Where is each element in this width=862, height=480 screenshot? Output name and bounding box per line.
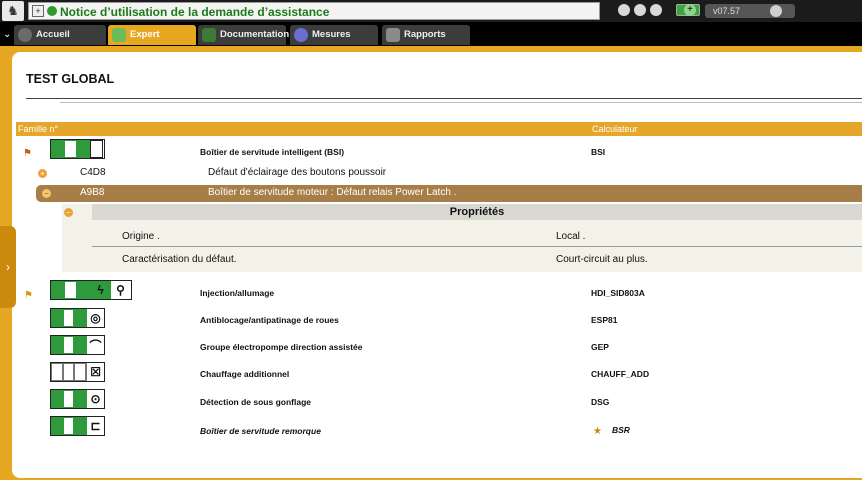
ecu-injection-diagram[interactable]: ϟ ⚲: [50, 280, 132, 300]
spark-plug-icon: ⚲: [110, 281, 130, 299]
property-key: Origine .: [122, 231, 160, 242]
ecu-calc: GEP: [591, 342, 609, 352]
lightning-icon: ϟ: [90, 281, 110, 299]
table-header: Famille n° Calculateur: [16, 122, 862, 136]
star-icon: ★: [593, 426, 602, 437]
help-link[interactable]: + Notice d’utilisation de la demande d’a…: [28, 2, 600, 20]
property-value: Local .: [556, 231, 586, 242]
steering-icon: ⌒: [86, 336, 104, 354]
book-icon: [202, 28, 216, 42]
tab-accueil[interactable]: Accueil: [14, 25, 106, 45]
expand-square-icon[interactable]: +: [32, 5, 44, 17]
network-icon[interactable]: [618, 4, 630, 16]
ecu-calc: ESP81: [591, 315, 618, 325]
column-calculateur: Calculateur: [592, 124, 638, 134]
peugeot-lion-icon[interactable]: ♞: [2, 1, 24, 21]
trailer-icon: ⊏: [86, 417, 104, 435]
warning-flag-icon: ⚑: [24, 290, 33, 301]
user-icon[interactable]: [634, 4, 646, 16]
help-title[interactable]: Notice d’utilisation de la demande d’ass…: [60, 5, 329, 19]
info-dot-icon: [47, 6, 57, 16]
tab-bar: ⌄ Accueil Expert Documentation Mesures R…: [0, 24, 862, 46]
chevron-down-icon[interactable]: ⌄: [3, 29, 11, 40]
ecu-calc: HDI_SID803A: [591, 288, 645, 298]
divider: [26, 98, 862, 99]
ecu-name[interactable]: Boîtier de servitude remorque: [200, 426, 321, 436]
ecu-name[interactable]: Injection/allumage: [200, 288, 274, 298]
fault-row-selected[interactable]: − A9B8 Boîtier de servitude moteur : Déf…: [36, 185, 862, 202]
expand-icon[interactable]: +: [38, 169, 47, 178]
ecu-name[interactable]: Chauffage additionnel: [200, 369, 289, 379]
ecu-name[interactable]: Groupe électropompe direction assistée: [200, 342, 363, 352]
ecu-name[interactable]: Boîtier de servitude intelligent (BSI): [200, 147, 344, 157]
properties-title: Propriétés: [92, 204, 862, 220]
heater-icon: ☒: [86, 363, 104, 381]
fault-description: Boîtier de servitude moteur : Défaut rel…: [208, 187, 457, 198]
collapse-icon[interactable]: −: [42, 189, 51, 198]
tab-documentation[interactable]: Documentation: [198, 25, 289, 45]
ecu-abs-diagram[interactable]: ◎: [50, 308, 105, 328]
waveform-icon: [294, 28, 308, 42]
top-bar: ♞ + Notice d’utilisation de la demande d…: [0, 0, 862, 22]
status-icons: [618, 4, 662, 16]
property-value: Court-circuit au plus.: [556, 254, 648, 265]
home-icon: [18, 28, 32, 42]
ecu-bsr-diagram[interactable]: ⊏: [50, 416, 105, 436]
tab-mesures[interactable]: Mesures: [290, 25, 378, 45]
column-famille: Famille n°: [18, 124, 59, 134]
ecu-name[interactable]: Antiblocage/antipatinage de roues: [200, 315, 339, 325]
report-icon: [386, 28, 400, 42]
fault-flag-icon: ⚑: [23, 148, 32, 159]
ecu-chauffage-diagram[interactable]: ☒: [50, 362, 105, 382]
ecu-calc: BSI: [591, 147, 606, 157]
collapse-icon[interactable]: −: [64, 208, 73, 217]
property-row: Caractérisation du défaut. Court-circuit…: [92, 249, 862, 271]
ecu-calc: DSG: [591, 397, 610, 407]
settings-icon[interactable]: [650, 4, 662, 16]
tab-rapports[interactable]: Rapports: [382, 25, 470, 45]
divider: [60, 102, 862, 103]
ecu-gep-diagram[interactable]: ⌒: [50, 335, 105, 355]
ecu-calc: BSR: [612, 425, 630, 435]
fault-description[interactable]: Défaut d'éclairage des boutons poussoir: [208, 167, 386, 178]
divider: [92, 246, 862, 247]
fault-code: A9B8: [80, 187, 105, 198]
property-row: Origine . Local .: [92, 226, 862, 248]
fault-code[interactable]: C4D8: [80, 167, 106, 178]
side-panel-toggle[interactable]: ›: [0, 226, 16, 308]
tab-expert[interactable]: Expert: [108, 25, 196, 45]
page-title: TEST GLOBAL: [26, 72, 115, 86]
ecu-dsg-diagram[interactable]: ⊙: [50, 389, 105, 409]
abs-icon: ◎: [86, 309, 104, 327]
ecu-name[interactable]: Détection de sous gonflage: [200, 397, 311, 407]
property-key: Caractérisation du défaut.: [122, 254, 237, 265]
ecu-calc: CHAUFF_ADD: [591, 369, 650, 379]
tire-icon: ⊙: [86, 390, 104, 408]
ecu-bsi-diagram[interactable]: [50, 139, 105, 159]
magnifier-icon: [112, 28, 126, 42]
power-icon[interactable]: [770, 5, 782, 17]
battery-plus-icon: +: [684, 4, 696, 16]
